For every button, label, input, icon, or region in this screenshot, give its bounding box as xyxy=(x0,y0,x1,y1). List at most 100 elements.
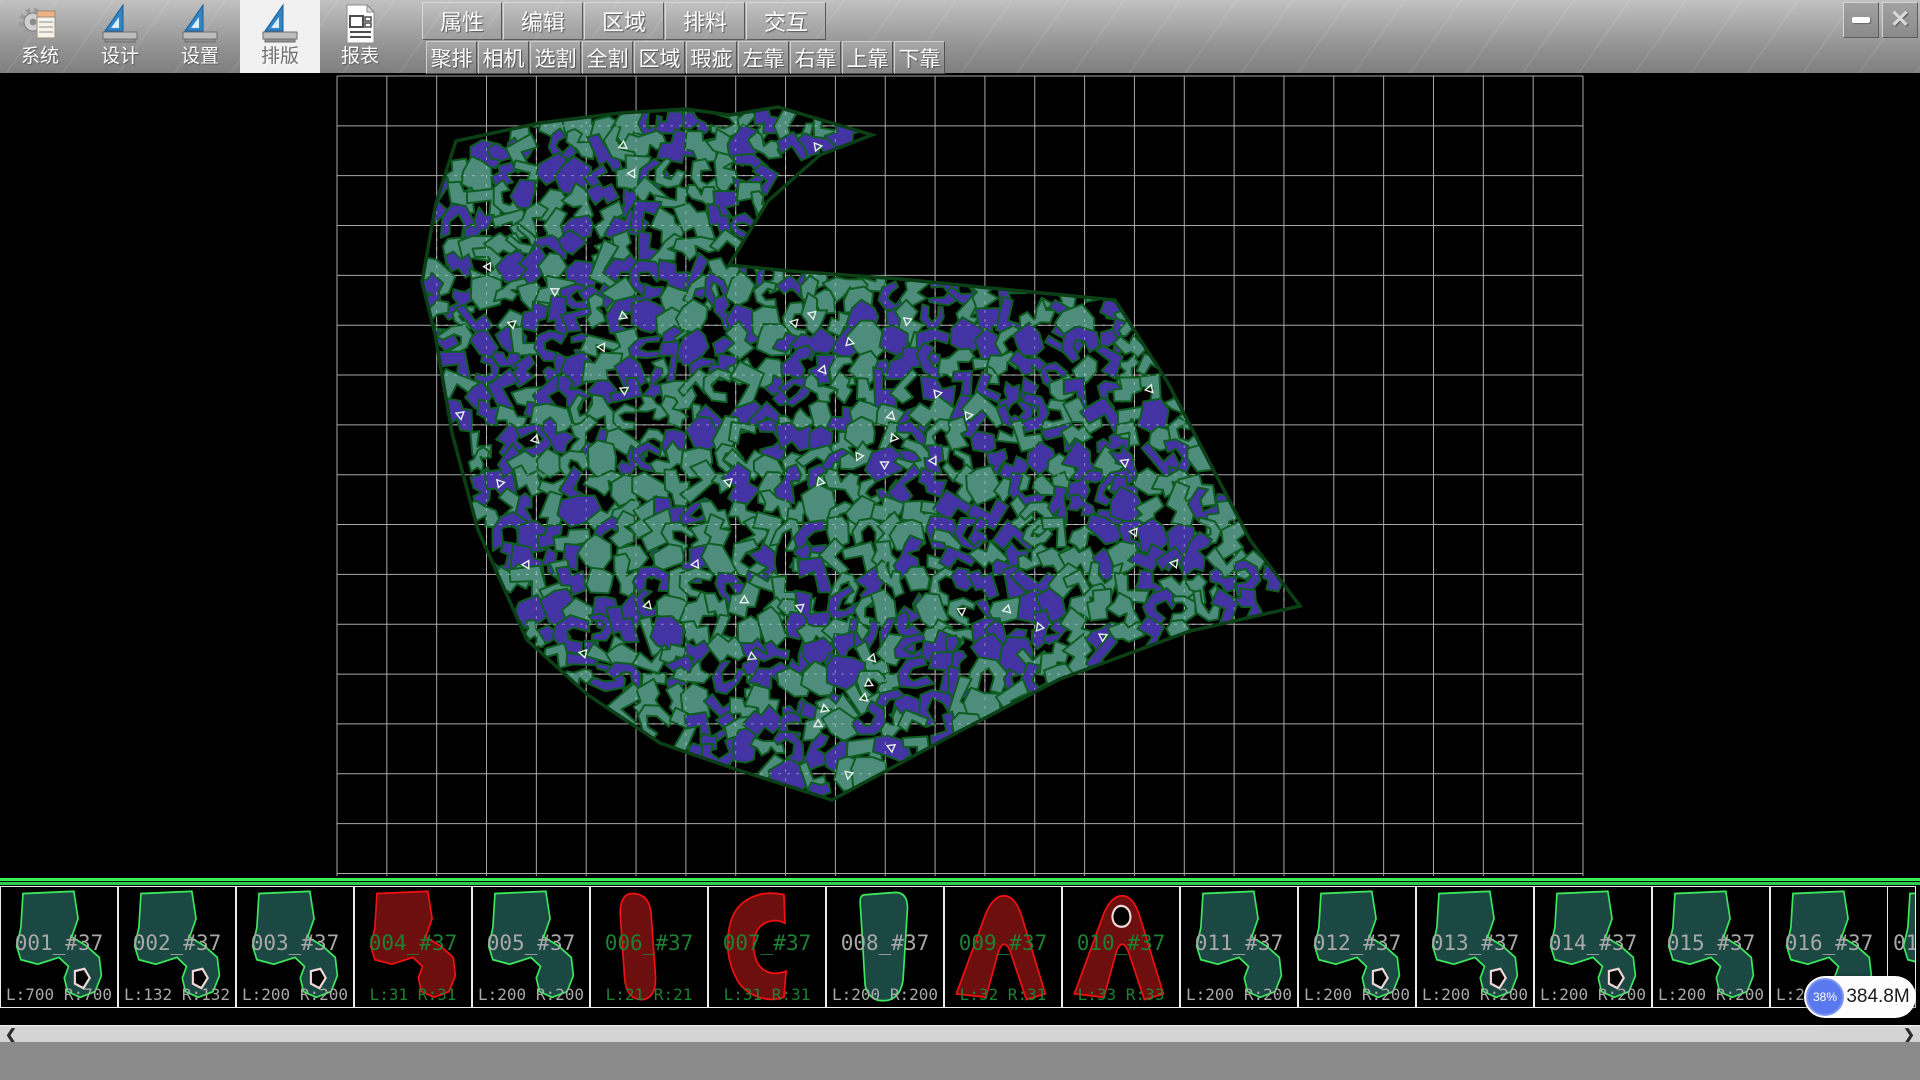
app-tab-design[interactable]: 设计 xyxy=(80,0,160,73)
app-tab-label: 设计 xyxy=(101,46,139,68)
app-tab-label: 报表 xyxy=(341,46,379,68)
tool-button-camera[interactable]: 相机 xyxy=(478,41,529,74)
piece-thumbnail[interactable]: 002_#37 L:132 R:132 xyxy=(118,886,236,1008)
piece-thumbnail[interactable]: 012_#37 L:200 R:200 xyxy=(1298,886,1416,1008)
piece-thumbnail[interactable]: 005_#37 L:200 R:200 xyxy=(472,886,590,1008)
nesting-canvas[interactable] xyxy=(0,73,1920,878)
piece-name: 008_#37 xyxy=(827,931,943,955)
piece-thumbnail[interactable]: 010_#37 L:33 R:33 xyxy=(1062,886,1180,1008)
piece-thumbnail[interactable]: 004_#37 L:31 R:31 xyxy=(354,886,472,1008)
piece-name: 012_#37 xyxy=(1299,931,1415,955)
piece-count: L:200 R:200 xyxy=(1535,985,1651,1004)
piece-count: L:200 R:200 xyxy=(1653,985,1769,1004)
horizontal-scrollbar[interactable]: ❮ ❯ xyxy=(0,1025,1920,1043)
piece-thumbnail[interactable]: 008_#37 L:200 R:200 xyxy=(826,886,944,1008)
piece-name: 013_#37 xyxy=(1417,931,1533,955)
close-button[interactable]: ✕ xyxy=(1882,2,1918,38)
piece-count: L:200 R:200 xyxy=(827,985,943,1004)
menu-item-nesting[interactable]: 排料 xyxy=(665,2,745,40)
piece-thumbnail[interactable]: 006_#37 L:21 R:21 xyxy=(590,886,708,1008)
system-icon xyxy=(18,2,62,46)
piece-count: L:200 R:200 xyxy=(237,985,353,1004)
piece-name: 005_#37 xyxy=(473,931,589,955)
piece-name: 014_#37 xyxy=(1535,931,1651,955)
memory-badge: 38% 384.8M xyxy=(1804,976,1916,1018)
piece-count: L:31 R:31 xyxy=(709,985,825,1004)
piece-count: L:31 R:31 xyxy=(355,985,471,1004)
menu-item-interact[interactable]: 交互 xyxy=(746,2,826,40)
piece-name: 017_#37 xyxy=(1888,931,1916,955)
title-toolbar: 系统 设计 设置 排版 报表 属性编辑区域排料交互 聚排相机选割全割区域瑕疵左靠… xyxy=(0,0,1920,73)
strip-divider xyxy=(0,878,1920,886)
tool-button-cluster-nest[interactable]: 聚排 xyxy=(426,41,477,74)
tool-button-select-cut[interactable]: 选割 xyxy=(530,41,581,74)
app-tab-label: 设置 xyxy=(181,46,219,68)
piece-name: 002_#37 xyxy=(119,931,235,955)
scroll-right-arrow[interactable]: ❯ xyxy=(1900,1026,1918,1043)
memory-percent-indicator: 38% xyxy=(1806,978,1844,1016)
nesting-canvas-svg xyxy=(0,73,1920,878)
piece-count: L:200 R:200 xyxy=(1299,985,1415,1004)
minimize-button[interactable] xyxy=(1843,2,1879,38)
status-bar xyxy=(0,1042,1920,1080)
piece-name: 004_#37 xyxy=(355,931,471,955)
app-tab-system[interactable]: 系统 xyxy=(0,0,80,73)
tool-button-snap-bottom[interactable]: 下靠 xyxy=(894,41,945,74)
app-tab-label: 系统 xyxy=(21,46,59,68)
menu-item-edit[interactable]: 编辑 xyxy=(503,2,583,40)
piece-name: 001_#37 xyxy=(1,931,117,955)
menu-row-primary: 属性编辑区域排料交互 xyxy=(422,2,827,40)
piece-name: 016_#37 xyxy=(1771,931,1887,955)
tool-button-region[interactable]: 区域 xyxy=(634,41,685,74)
strip-gap xyxy=(0,1008,1920,1025)
menu-row-tools: 聚排相机选割全割区域瑕疵左靠右靠上靠下靠 xyxy=(426,41,946,74)
piece-thumbnail[interactable]: 013_#37 L:200 R:200 xyxy=(1416,886,1534,1008)
tool-button-cut-all[interactable]: 全割 xyxy=(582,41,633,74)
piece-thumbnail[interactable]: 011_#37 L:200 R:200 xyxy=(1180,886,1298,1008)
piece-name: 009_#37 xyxy=(945,931,1061,955)
piece-count: L:32 R:31 xyxy=(945,985,1061,1004)
scroll-left-arrow[interactable]: ❮ xyxy=(2,1026,20,1043)
app-mode-bar: 系统 设计 设置 排版 报表 xyxy=(0,0,400,73)
app-window: 系统 设计 设置 排版 报表 属性编辑区域排料交互 聚排相机选割全割区域瑕疵左靠… xyxy=(0,0,1920,1080)
piece-count: L:200 R:200 xyxy=(473,985,589,1004)
piece-thumbnail[interactable]: 015_#37 L:200 R:200 xyxy=(1652,886,1770,1008)
piece-count: L:200 R:200 xyxy=(1181,985,1297,1004)
piece-count: L:200 R:200 xyxy=(1417,985,1533,1004)
memory-size-label: 384.8M xyxy=(1844,986,1916,1008)
piece-count: L:700 R:700 xyxy=(1,985,117,1004)
piece-name: 003_#37 xyxy=(237,931,353,955)
close-icon: ✕ xyxy=(1890,8,1910,32)
piece-count: L:21 R:21 xyxy=(591,985,707,1004)
ruler-icon xyxy=(178,2,222,46)
ruler-icon xyxy=(98,2,142,46)
piece-thumbnail[interactable]: 007_#37 L:31 R:31 xyxy=(708,886,826,1008)
tool-button-snap-left[interactable]: 左靠 xyxy=(738,41,789,74)
tool-button-snap-right[interactable]: 右靠 xyxy=(790,41,841,74)
piece-name: 011_#37 xyxy=(1181,931,1297,955)
piece-name: 010_#37 xyxy=(1063,931,1179,955)
leather-hide-pieces xyxy=(412,106,1286,808)
menu-item-region[interactable]: 区域 xyxy=(584,2,664,40)
piece-name: 015_#37 xyxy=(1653,931,1769,955)
piece-name: 007_#37 xyxy=(709,931,825,955)
menu-item-properties[interactable]: 属性 xyxy=(422,2,502,40)
piece-thumbnail[interactable]: 014_#37 L:200 R:200 xyxy=(1534,886,1652,1008)
tool-button-defect[interactable]: 瑕疵 xyxy=(686,41,737,74)
app-tab-layout[interactable]: 排版 xyxy=(240,0,320,73)
piece-count: L:33 R:33 xyxy=(1063,985,1179,1004)
piece-name: 006_#37 xyxy=(591,931,707,955)
piece-count: L:132 R:132 xyxy=(119,985,235,1004)
piece-thumbnail[interactable]: 001_#37 L:700 R:700 xyxy=(0,886,118,1008)
report-icon xyxy=(338,2,382,46)
piece-thumbnail[interactable]: 009_#37 L:32 R:31 xyxy=(944,886,1062,1008)
piece-thumbnail[interactable]: 003_#37 L:200 R:200 xyxy=(236,886,354,1008)
app-tab-report[interactable]: 报表 xyxy=(320,0,400,73)
minimize-icon xyxy=(1852,17,1870,23)
app-tab-label: 排版 xyxy=(261,46,299,68)
app-tab-settings[interactable]: 设置 xyxy=(160,0,240,73)
piece-thumbnail-strip: 001_#37 L:700 R:700 002_#37 L:132 R:132 … xyxy=(0,886,1920,1008)
ruler-icon xyxy=(258,2,302,46)
tool-button-snap-top[interactable]: 上靠 xyxy=(842,41,893,74)
window-controls: ✕ xyxy=(1840,2,1918,38)
